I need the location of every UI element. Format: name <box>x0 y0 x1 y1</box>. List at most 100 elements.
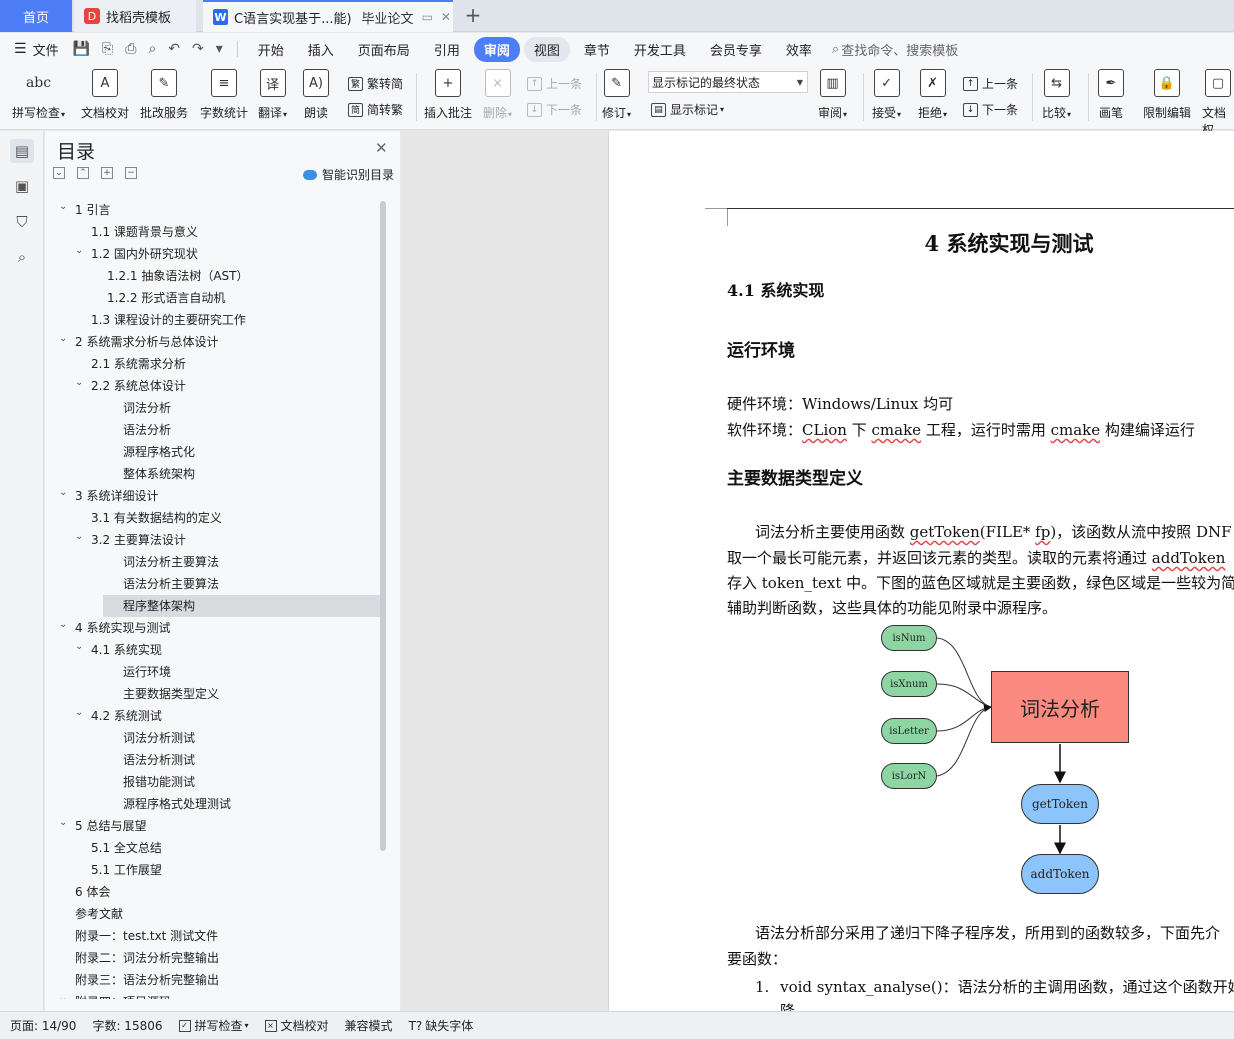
chevron-down-icon[interactable]: ⌄ <box>59 482 71 504</box>
menu-page-layout[interactable]: 页面布局 <box>348 37 420 62</box>
toc-item[interactable]: ⌄ 4.2 系统测试 <box>45 705 380 727</box>
toc-panel-icon[interactable]: ▤ <box>10 139 34 163</box>
toc-item[interactable]: ⌄ 4 系统实现与测试 <box>45 617 380 639</box>
toc-item[interactable]: ⌄ 3.2 主要算法设计 <box>45 529 380 551</box>
annotate-service-button[interactable]: ✎ 批改服务 <box>140 69 188 121</box>
simp-to-trad-button[interactable]: 简 简转繁 <box>348 101 403 118</box>
toc-item[interactable]: 运行环境 <box>45 661 380 683</box>
toc-item[interactable]: 附录三：语法分析完整输出 <box>45 969 380 991</box>
word-count-button[interactable]: ≡ 字数统计 <box>200 69 248 121</box>
trad-to-simp-button[interactable]: 繁 繁转简 <box>348 75 403 92</box>
remove-heading-icon[interactable]: − <box>125 167 137 179</box>
restrict-editing-button[interactable]: 🔒 限制编辑 <box>1143 69 1191 121</box>
menu-insert[interactable]: 插入 <box>298 37 344 62</box>
next-change-button[interactable]: ↓ 下一条 <box>963 101 1018 118</box>
prev-comment-button[interactable]: ↑ 上一条 <box>527 75 582 92</box>
toc-item[interactable]: ⌄ 2 系统需求分析与总体设计 <box>45 331 380 353</box>
print-icon[interactable]: ⎙ <box>125 41 136 57</box>
toc-item[interactable]: 源程序格式处理测试 <box>45 793 380 815</box>
toc-item[interactable]: 1.2.2 形式语言自动机 <box>45 287 380 309</box>
toc-item[interactable]: 词法分析主要算法 <box>45 551 380 573</box>
export-pdf-icon[interactable]: ⎘ <box>102 41 113 57</box>
toc-item[interactable]: 主要数据类型定义 <box>45 683 380 705</box>
print-preview-icon[interactable]: ⌕ <box>148 41 156 57</box>
toc-item[interactable]: 语法分析测试 <box>45 749 380 771</box>
chevron-down-icon[interactable]: ⌄ <box>59 199 71 218</box>
redo-icon[interactable]: ↷ <box>192 41 204 57</box>
translate-button[interactable]: 译 翻译▾ <box>258 69 287 121</box>
toc-item[interactable]: ⌄ 4.1 系统实现 <box>45 639 380 661</box>
toc-item[interactable]: ⌄ 附录四：项目源码 <box>45 991 380 999</box>
show-marks-button[interactable]: ▤ 显示标记 ▾ <box>651 101 724 118</box>
toc-item[interactable]: 5.1 全文总结 <box>45 837 380 859</box>
toc-item[interactable]: 报错功能测试 <box>45 771 380 793</box>
missing-font-button[interactable]: T? 缺失字体 <box>409 1017 474 1034</box>
menu-references[interactable]: 引用 <box>424 37 470 62</box>
expand-all-icon[interactable]: ⌄ <box>53 167 65 179</box>
chevron-down-icon[interactable]: ⌄ <box>59 614 71 636</box>
add-heading-icon[interactable]: + <box>101 167 113 179</box>
chevron-down-icon[interactable]: ⌄ <box>75 636 87 658</box>
toc-item[interactable]: 3.1 有关数据结构的定义 <box>45 507 380 529</box>
toc-item[interactable]: 1.1 课题背景与意义 <box>45 221 380 243</box>
next-comment-button[interactable]: ↓ 下一条 <box>527 101 582 118</box>
menu-start[interactable]: 开始 <box>248 37 294 62</box>
chevron-down-icon[interactable]: ⌄ <box>75 372 87 394</box>
toc-item[interactable]: 词法分析 <box>45 397 380 419</box>
page-indicator[interactable]: 页面: 14/90 <box>10 1017 76 1034</box>
menu-view[interactable]: 视图 <box>523 36 570 62</box>
menu-efficiency[interactable]: 效率 <box>776 37 822 62</box>
toc-scrollbar[interactable] <box>380 201 386 851</box>
menu-chapter[interactable]: 章节 <box>574 37 620 62</box>
document-page[interactable]: 4 系统实现与测试 4.1 系统实现 运行环境 硬件环境：Windows/Lin… <box>608 131 1234 1011</box>
prev-change-button[interactable]: ↑ 上一条 <box>963 75 1018 92</box>
toc-item[interactable]: 词法分析测试 <box>45 727 380 749</box>
hamburger-menu-icon[interactable]: ☰ <box>14 41 27 57</box>
window-restore-icon[interactable]: ▭ <box>422 10 433 24</box>
pen-button[interactable]: ✒ 画笔 <box>1098 69 1124 121</box>
read-aloud-button[interactable]: A) 朗读 <box>303 69 329 121</box>
status-spell-check[interactable]: ✓ 拼写检查 ▾ <box>178 1017 249 1034</box>
toc-item[interactable]: ⌄ 3 系统详细设计 <box>45 485 380 507</box>
chevron-down-icon[interactable]: ⌄ <box>59 328 71 350</box>
menu-review[interactable]: 审阅 <box>473 36 520 62</box>
chevron-down-icon[interactable]: ⌄ <box>75 526 87 548</box>
toc-item[interactable]: 5.1 工作展望 <box>45 859 380 881</box>
close-icon[interactable]: ✕ <box>375 139 388 157</box>
new-tab-plus-icon[interactable]: + <box>462 3 484 27</box>
smart-toc-button[interactable]: 智能识别目录 <box>303 166 394 183</box>
toc-item[interactable]: ⌄ 1 引言 <box>45 199 380 221</box>
toc-item[interactable]: 整体系统架构 <box>45 463 380 485</box>
toc-item[interactable]: 源程序格式化 <box>45 441 380 463</box>
delete-comment-button[interactable]: × 删除▾ <box>483 69 512 121</box>
tab-daoke-template[interactable]: D 找稻壳模板 <box>74 0 196 32</box>
menu-dev-tools[interactable]: 开发工具 <box>624 37 696 62</box>
save-icon[interactable]: 💾 <box>73 41 90 57</box>
review-pane-button[interactable]: ▥ 审阅▾ <box>818 69 847 121</box>
close-tab-icon[interactable]: ✕ <box>441 10 451 24</box>
toc-item[interactable]: 附录二：词法分析完整输出 <box>45 947 380 969</box>
status-proofread[interactable]: × 文档校对 <box>264 1017 329 1034</box>
toc-item[interactable]: 语法分析 <box>45 419 380 441</box>
toc-item[interactable]: 参考文献 <box>45 903 380 925</box>
search-icon[interactable]: ⌕ <box>10 245 34 269</box>
toc-item[interactable]: 附录一：test.txt 测试文件 <box>45 925 380 947</box>
toc-item[interactable]: ⌄ 5 总结与展望 <box>45 815 380 837</box>
chevron-down-icon[interactable]: ⌄ <box>59 812 71 834</box>
chevron-down-icon[interactable]: ⌄ <box>75 240 87 262</box>
toc-item[interactable]: 1.2.1 抽象语法树（AST） <box>45 265 380 287</box>
spell-check-button[interactable]: abc 拼写检查▾ <box>12 69 65 121</box>
tab-document[interactable]: W C语言实现基于...能) 毕业论文 ▭ ✕ <box>203 0 453 32</box>
collapse-all-icon[interactable]: ⌃ <box>77 167 89 179</box>
tab-home[interactable]: 首页 <box>0 0 72 32</box>
command-search[interactable]: ⌕ 查找命令、搜索模板 <box>832 40 958 59</box>
compare-button[interactable]: ⇆ 比较▾ <box>1042 69 1071 121</box>
toc-item[interactable]: 1.3 课程设计的主要研究工作 <box>45 309 380 331</box>
menu-member[interactable]: 会员专享 <box>700 37 772 62</box>
word-count-indicator[interactable]: 字数: 15806 <box>92 1017 162 1034</box>
chevron-down-icon[interactable]: ⌄ <box>75 702 87 724</box>
markup-state-select[interactable]: 显示标记的最终状态 ▼ <box>648 71 808 93</box>
reject-button[interactable]: ✗ 拒绝▾ <box>918 69 947 121</box>
proofread-button[interactable]: A 文档校对 <box>81 69 129 121</box>
toc-item[interactable]: 2.1 系统需求分析 <box>45 353 380 375</box>
